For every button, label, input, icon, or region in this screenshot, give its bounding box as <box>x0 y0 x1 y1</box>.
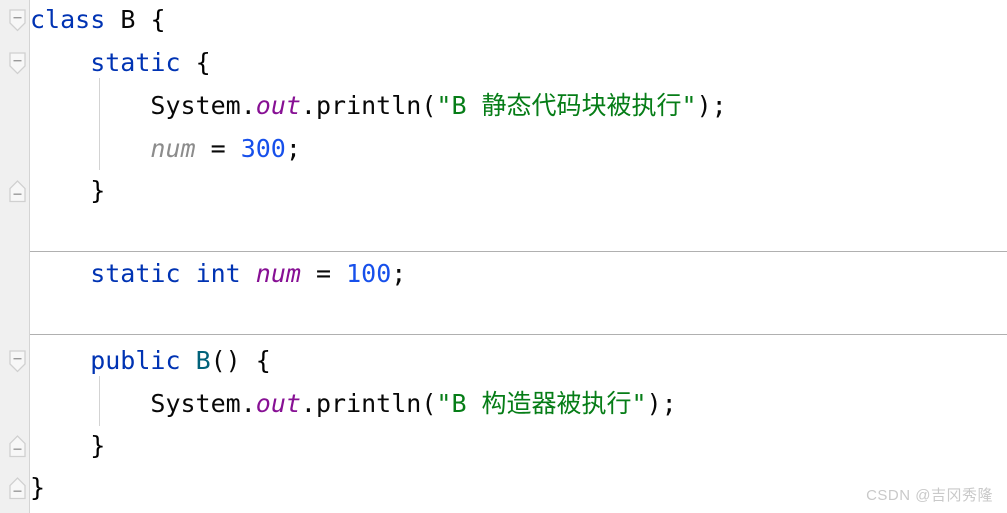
line-num-assignment-300-token-0: num <box>150 134 196 163</box>
line-class-declaration-token-1 <box>105 5 120 34</box>
line-class-close-token-0: } <box>30 473 46 502</box>
code-editor-screenshot: class B {static {System.out.println("B 静… <box>0 0 1007 513</box>
line-class-declaration-token-0: class <box>30 5 106 34</box>
line-static-int-num-100-token-6: 100 <box>346 259 392 288</box>
line-static-int-num-100-token-2: int <box>195 259 241 288</box>
fold-constructor-end-icon[interactable] <box>9 435 26 458</box>
fold-static-block-icon[interactable] <box>9 52 26 75</box>
line-static-int-num-100[interactable]: static int num = 100; <box>90 252 406 295</box>
line-println-static-block-token-1: . <box>240 91 256 120</box>
line-constructor-open-token-0: public <box>90 346 181 375</box>
line-static-block-open-token-2: { <box>195 48 211 77</box>
line-class-close[interactable]: } <box>30 466 45 509</box>
line-class-declaration-token-2: B <box>120 5 136 34</box>
line-class-declaration[interactable]: class B { <box>30 0 166 41</box>
line-static-block-open[interactable]: static { <box>90 41 210 84</box>
fold-static-block-end-icon[interactable] <box>9 180 26 203</box>
line-println-static-block-token-3: .println( <box>300 91 437 120</box>
line-println-constructor-token-1: . <box>240 389 256 418</box>
line-static-int-num-100-token-0: static <box>90 259 181 288</box>
csdn-watermark: CSDN @吉冈秀隆 <box>866 487 993 504</box>
line-static-int-num-100-token-1 <box>181 259 196 288</box>
line-println-static-block-token-5: ); <box>696 91 727 120</box>
line-class-declaration-token-3 <box>135 5 150 34</box>
indent-guide-static-block <box>99 78 100 170</box>
line-println-constructor-token-3: .println( <box>300 389 437 418</box>
line-println-static-block-token-4: "B 静态代码块被执行" <box>436 91 697 120</box>
fold-constructor-icon[interactable] <box>9 350 26 373</box>
line-static-block-close[interactable]: } <box>90 169 105 212</box>
line-static-int-num-100-token-3 <box>241 259 256 288</box>
line-constructor-open-token-3: () <box>210 346 241 375</box>
line-println-constructor-token-2: out <box>255 389 301 418</box>
line-constructor-open-token-2: B <box>195 346 211 375</box>
line-println-static-block-token-0: System <box>150 91 241 120</box>
fold-class-b-icon[interactable] <box>9 9 26 32</box>
separator-above-constructor <box>30 334 1007 335</box>
line-println-constructor-token-5: ); <box>646 389 677 418</box>
line-println-constructor-token-4: "B 构造器被执行" <box>436 389 647 418</box>
line-static-int-num-100-token-5: = <box>300 259 347 288</box>
line-static-block-close-token-0: } <box>90 176 106 205</box>
line-constructor-open-token-5: { <box>255 346 271 375</box>
line-constructor-open-token-4 <box>241 346 256 375</box>
fold-class-b-end-icon[interactable] <box>9 477 26 500</box>
indent-guide-constructor <box>99 376 100 426</box>
line-println-constructor[interactable]: System.out.println("B 构造器被执行"); <box>150 382 676 425</box>
line-class-declaration-token-4: { <box>150 5 166 34</box>
line-static-int-num-100-token-4: num <box>255 259 301 288</box>
line-num-assignment-300-token-1: = <box>195 134 241 163</box>
line-constructor-close[interactable]: } <box>90 424 105 467</box>
line-static-block-open-token-1 <box>181 48 196 77</box>
line-constructor-open-token-1 <box>181 346 196 375</box>
line-constructor-open[interactable]: public B() { <box>90 339 271 382</box>
line-constructor-close-token-0: } <box>90 431 106 460</box>
line-println-static-block-token-2: out <box>255 91 301 120</box>
line-num-assignment-300-token-2: 300 <box>240 134 286 163</box>
line-static-int-num-100-token-7: ; <box>391 259 407 288</box>
line-num-assignment-300-token-3: ; <box>285 134 301 163</box>
line-num-assignment-300[interactable]: num = 300; <box>150 127 301 170</box>
line-println-constructor-token-0: System <box>150 389 241 418</box>
editor-code-area[interactable]: class B {static {System.out.println("B 静… <box>30 0 1007 513</box>
line-static-block-open-token-0: static <box>90 48 181 77</box>
line-println-static-block[interactable]: System.out.println("B 静态代码块被执行"); <box>150 84 726 127</box>
separator-above-field <box>30 251 1007 252</box>
